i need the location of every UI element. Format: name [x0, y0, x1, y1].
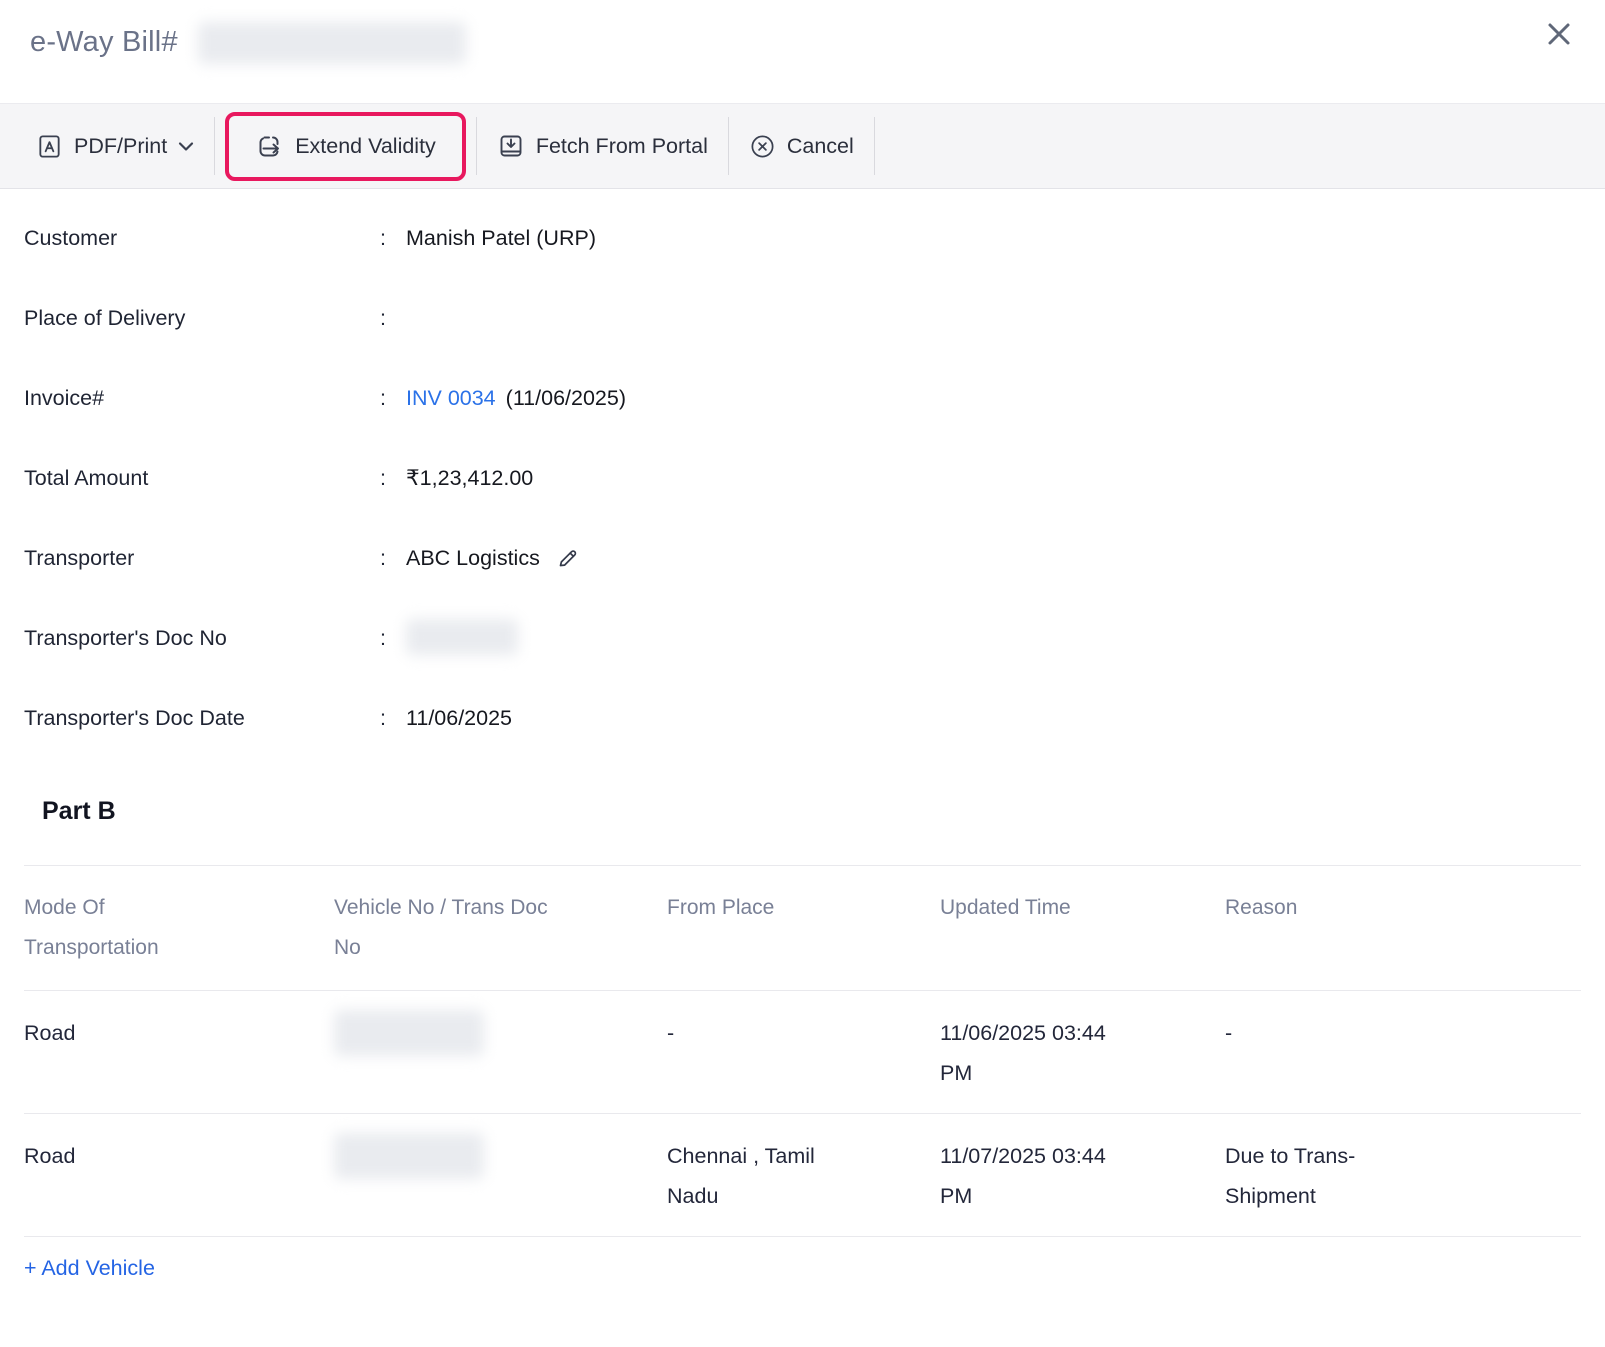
pdf-print-button[interactable]: PDF/Print	[22, 123, 208, 170]
toolbar-divider	[214, 117, 215, 175]
cancel-button[interactable]: Cancel	[735, 123, 868, 170]
fetch-from-portal-button[interactable]: Fetch From Portal	[483, 122, 722, 170]
pdf-print-label: PDF/Print	[74, 134, 167, 159]
place-of-delivery-label: Place of Delivery	[24, 301, 380, 335]
transporter-doc-no-redacted	[406, 619, 518, 655]
detail-row-total-amount: Total Amount : ₹1,23,412.00	[24, 461, 1581, 495]
vehicle-no-redacted	[334, 1133, 484, 1179]
column-header-updated-time: Updated Time	[940, 888, 1140, 928]
pencil-icon	[556, 546, 580, 570]
column-header-vehicle-no: Vehicle No / Trans Doc No	[334, 888, 574, 968]
colon: :	[380, 461, 406, 495]
table-row: Road - 11/06/2025 03:44 PM -	[24, 991, 1581, 1113]
vehicle-no-cell	[334, 1136, 574, 1192]
updated-time-cell: 11/06/2025 03:44 PM	[940, 1013, 1140, 1093]
column-header-from-place: From Place	[667, 888, 842, 928]
part-b-section: Part B Mode Of Transportation Vehicle No…	[0, 793, 1605, 1285]
toolbar: PDF/Print Extend Validity	[0, 103, 1605, 189]
column-header-mode: Mode Of Transportation	[24, 888, 224, 968]
modal-header: e-Way Bill#	[0, 0, 1605, 103]
chevron-down-icon	[178, 141, 194, 152]
table-row: Road Chennai , Tamil Nadu 11/07/2025 03:…	[24, 1114, 1581, 1236]
page-title: e-Way Bill#	[30, 26, 178, 59]
total-amount-value: ₹1,23,412.00	[406, 461, 533, 495]
detail-row-customer: Customer : Manish Patel (URP)	[24, 221, 1581, 255]
transporter-doc-date-label: Transporter's Doc Date	[24, 701, 380, 735]
toolbar-divider	[476, 117, 477, 175]
close-icon	[1542, 17, 1576, 51]
mode-cell: Road	[24, 1013, 224, 1053]
toolbar-divider	[728, 117, 729, 175]
invoice-label: Invoice#	[24, 381, 380, 415]
extend-validity-button[interactable]: Extend Validity	[241, 122, 450, 171]
colon: :	[380, 301, 406, 335]
vehicle-no-redacted	[334, 1010, 484, 1056]
details-section: Customer : Manish Patel (URP) Place of D…	[0, 189, 1605, 735]
invoice-number-link[interactable]: INV 0034	[406, 381, 496, 415]
colon: :	[380, 701, 406, 735]
detail-row-transporter-doc-no: Transporter's Doc No :	[24, 621, 1581, 655]
transporter-value: ABC Logistics	[406, 541, 580, 575]
reason-cell: -	[1225, 1013, 1385, 1053]
cancel-label: Cancel	[787, 134, 854, 159]
part-b-table-header: Mode Of Transportation Vehicle No / Tran…	[24, 866, 1581, 990]
customer-label: Customer	[24, 221, 380, 255]
eway-bill-number-redacted	[198, 22, 466, 64]
colon: :	[380, 381, 406, 415]
reason-cell: Due to Trans-Shipment	[1225, 1136, 1385, 1216]
cancel-circle-icon	[749, 133, 776, 160]
detail-row-place-of-delivery: Place of Delivery :	[24, 301, 1581, 335]
download-portal-icon	[497, 132, 525, 160]
divider	[24, 1236, 1581, 1237]
close-button[interactable]	[1537, 12, 1581, 56]
from-place-cell: Chennai , Tamil Nadu	[667, 1136, 842, 1216]
invoice-value: INV 0034 (11/06/2025)	[406, 381, 626, 415]
transporter-doc-date-value: 11/06/2025	[406, 701, 512, 735]
mode-cell: Road	[24, 1136, 224, 1176]
detail-row-transporter: Transporter : ABC Logistics	[24, 541, 1581, 575]
column-header-reason: Reason	[1225, 888, 1385, 928]
colon: :	[380, 541, 406, 575]
fetch-from-portal-label: Fetch From Portal	[536, 134, 708, 159]
transporter-doc-no-value	[406, 621, 518, 655]
transporter-name: ABC Logistics	[406, 541, 540, 575]
add-vehicle-link[interactable]: + Add Vehicle	[24, 1251, 155, 1285]
total-amount-label: Total Amount	[24, 461, 380, 495]
transporter-doc-no-label: Transporter's Doc No	[24, 621, 380, 655]
detail-row-invoice: Invoice# : INV 0034 (11/06/2025)	[24, 381, 1581, 415]
transporter-label: Transporter	[24, 541, 380, 575]
updated-time-cell: 11/07/2025 03:44 PM	[940, 1136, 1140, 1216]
invoice-date: (11/06/2025)	[506, 381, 626, 415]
colon: :	[380, 221, 406, 255]
customer-value: Manish Patel (URP)	[406, 221, 596, 255]
detail-row-transporter-doc-date: Transporter's Doc Date : 11/06/2025	[24, 701, 1581, 735]
extend-validity-label: Extend Validity	[295, 134, 436, 159]
toolbar-divider	[874, 117, 875, 175]
vehicle-no-cell	[334, 1013, 574, 1069]
edit-transporter-button[interactable]	[556, 546, 580, 570]
pdf-icon	[36, 133, 63, 160]
extend-validity-highlight: Extend Validity	[225, 112, 466, 181]
colon: :	[380, 621, 406, 655]
part-b-heading: Part B	[42, 793, 1581, 829]
from-place-cell: -	[667, 1013, 842, 1053]
extend-validity-icon	[255, 132, 284, 161]
